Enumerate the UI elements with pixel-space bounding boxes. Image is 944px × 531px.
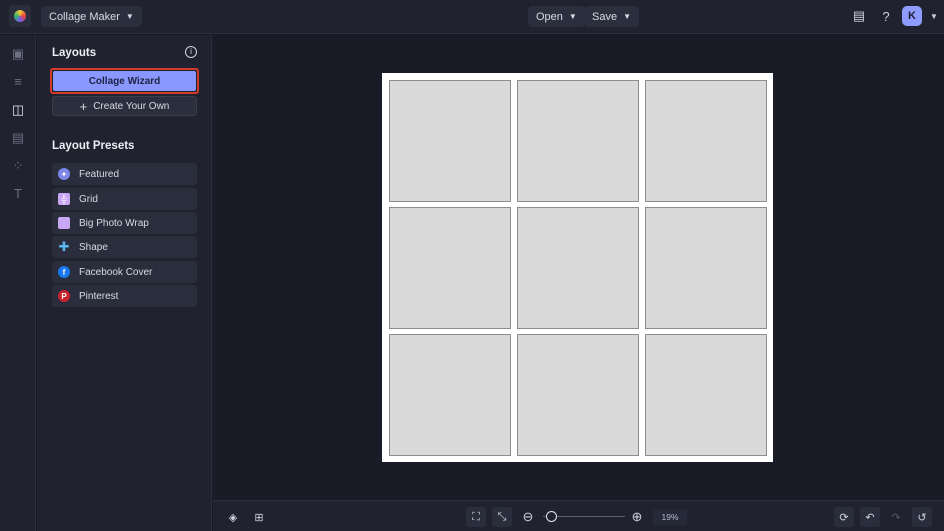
chevron-down-icon: ▼ bbox=[623, 12, 631, 21]
shrink-icon[interactable]: ⤡ bbox=[492, 507, 512, 527]
shape-icon: ✚ bbox=[58, 239, 70, 254]
collage-cell[interactable] bbox=[517, 80, 639, 202]
layers-icon[interactable]: ◈ bbox=[223, 507, 243, 527]
preset-label: Shape bbox=[79, 241, 108, 253]
preset-pinterest[interactable]: P Pinterest bbox=[52, 285, 197, 307]
collage-wizard-label: Collage Wizard bbox=[53, 71, 196, 91]
collage-wizard-button[interactable]: Collage Wizard bbox=[50, 68, 199, 94]
app-menu-label: Collage Maker bbox=[49, 10, 120, 23]
history-icon[interactable]: ↺ bbox=[912, 507, 932, 527]
preset-label: Facebook Cover bbox=[79, 266, 153, 278]
preset-label: Featured bbox=[79, 168, 120, 180]
save-label: Save bbox=[592, 10, 618, 23]
chevron-down-icon: ▼ bbox=[568, 12, 577, 21]
elements-icon[interactable]: ⁘ bbox=[10, 158, 26, 174]
top-bar: Collage Maker ▼ Open ▼ Save ▼ ▤ ? K ▼ bbox=[0, 0, 944, 34]
preset-featured[interactable]: ✦ Featured bbox=[52, 163, 197, 185]
collage-cell[interactable] bbox=[389, 207, 511, 329]
collage-cell[interactable] bbox=[517, 334, 639, 456]
featured-icon: ✦ bbox=[58, 168, 70, 180]
grid-icon: ╬ bbox=[58, 193, 70, 205]
preset-grid[interactable]: ╬ Grid bbox=[52, 188, 197, 210]
create-your-own-button[interactable]: + Create Your Own bbox=[52, 96, 197, 116]
collage-cell[interactable] bbox=[645, 207, 767, 329]
open-label: Open bbox=[536, 10, 563, 23]
preset-label: Grid bbox=[79, 193, 98, 205]
redo-icon: ↷ bbox=[891, 511, 901, 524]
facebook-icon: f bbox=[58, 266, 70, 278]
collage-cell[interactable] bbox=[517, 207, 639, 329]
chevron-down-icon: ▼ bbox=[125, 12, 134, 21]
preset-label: Pinterest bbox=[79, 290, 119, 302]
graphics-icon[interactable]: ▤ bbox=[10, 130, 26, 146]
avatar[interactable]: K bbox=[902, 6, 922, 26]
collage-cell[interactable] bbox=[389, 334, 511, 456]
help-icon[interactable]: ? bbox=[876, 6, 896, 26]
grid-view-icon[interactable]: ⊞ bbox=[249, 507, 269, 527]
preset-label: Big Photo Wrap bbox=[79, 217, 149, 229]
preset-shape[interactable]: ✚ Shape bbox=[52, 236, 197, 258]
adjustments-icon[interactable]: ≡ bbox=[10, 74, 26, 90]
fit-screen-icon[interactable]: ⛶ bbox=[466, 507, 486, 527]
zoom-in-icon[interactable]: ⊕ bbox=[627, 507, 647, 527]
app-logo[interactable] bbox=[9, 5, 31, 27]
collage-cell[interactable] bbox=[389, 80, 511, 202]
bottom-bar: ◈ ⊞ ⛶ ⤡ ⊖ ⊕ 19% ⟳ ↶ ↷ ↺ bbox=[213, 500, 944, 531]
open-button[interactable]: Open ▼ bbox=[528, 6, 585, 27]
zoom-level[interactable]: 19% bbox=[653, 509, 687, 525]
collage-canvas[interactable] bbox=[382, 73, 773, 462]
chevron-down-icon[interactable]: ▼ bbox=[924, 6, 944, 26]
plus-icon: + bbox=[79, 98, 88, 114]
image-icon[interactable]: ▣ bbox=[10, 46, 26, 62]
panel-title: Layouts bbox=[52, 47, 97, 59]
preset-big-photo-wrap[interactable]: Big Photo Wrap bbox=[52, 212, 197, 234]
layouts-panel: Layouts i Collage Wizard + Create Your Ow… bbox=[37, 35, 212, 531]
pinterest-icon: P bbox=[58, 290, 70, 302]
tool-rail: ▣ ≡ ◫ ▤ ⁘ T bbox=[0, 35, 36, 531]
comments-icon[interactable]: ▤ bbox=[849, 6, 869, 26]
big-photo-wrap-icon bbox=[58, 217, 70, 229]
collage-cell[interactable] bbox=[645, 80, 767, 202]
info-icon[interactable]: i bbox=[185, 46, 197, 58]
undo-icon[interactable]: ↶ bbox=[860, 507, 880, 527]
preset-facebook-cover[interactable]: f Facebook Cover bbox=[52, 261, 197, 283]
create-label: Create Your Own bbox=[93, 100, 170, 112]
app-menu-button[interactable]: Collage Maker ▼ bbox=[41, 6, 142, 27]
refresh-icon[interactable]: ⟳ bbox=[834, 507, 854, 527]
save-button[interactable]: Save ▼ bbox=[584, 6, 639, 27]
presets-title: Layout Presets bbox=[52, 140, 135, 152]
zoom-out-icon[interactable]: ⊖ bbox=[518, 507, 538, 527]
text-icon[interactable]: T bbox=[10, 186, 26, 202]
collage-cell[interactable] bbox=[645, 334, 767, 456]
zoom-slider-handle[interactable] bbox=[546, 511, 557, 522]
layouts-icon[interactable]: ◫ bbox=[10, 102, 26, 118]
